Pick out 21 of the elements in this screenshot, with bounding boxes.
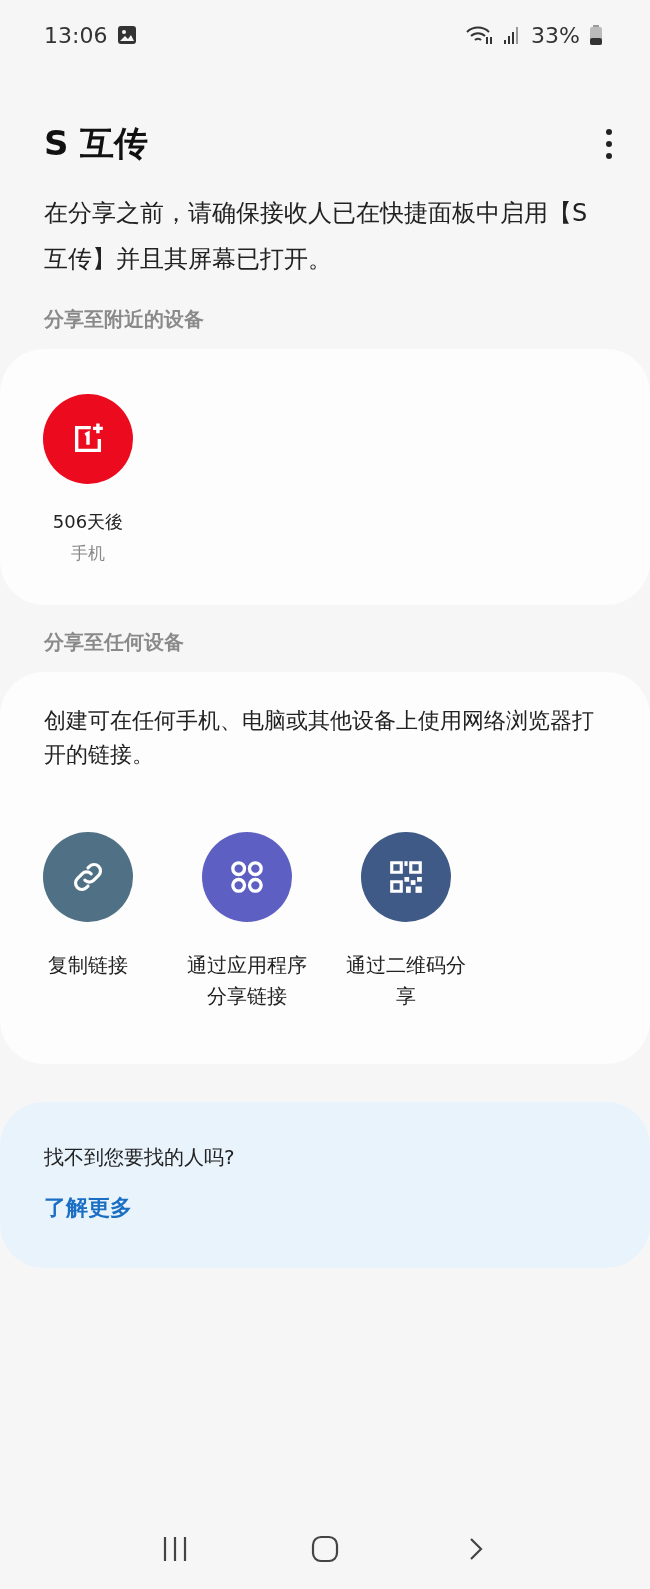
share-description: 创建可在任何手机、电脑或其他设备上使用网络浏览器打开的链接。 [43, 707, 595, 769]
device-name: 506天後 [52, 510, 124, 534]
image-icon [117, 25, 138, 45]
share-action-label: 通过二维码分享 [345, 952, 467, 1010]
wifi-icon [465, 24, 494, 46]
home-icon[interactable] [311, 1535, 339, 1563]
qr-code-icon [387, 858, 425, 896]
battery-icon [590, 25, 602, 45]
status-time: 13:06 [44, 22, 108, 48]
help-question: 找不到您要找的人吗? [43, 1144, 236, 1171]
section-heading: 分享至任何设备 [43, 629, 185, 656]
section-heading: 分享至附近的设备 [43, 306, 205, 333]
page-title: S 互传 [44, 122, 150, 165]
more-options-icon[interactable] [604, 128, 614, 160]
battery-percent: 33% [531, 22, 580, 48]
share-action-label: 复制链接 [48, 952, 128, 979]
device-type: 手机 [71, 542, 105, 565]
share-action-label: 通过应用程序分享链接 [186, 952, 308, 1010]
recent-apps-icon[interactable] [161, 1535, 189, 1563]
learn-more-link[interactable]: 了解更多 [44, 1193, 132, 1223]
intro-text: 在分享之前，请确保接收人已在快捷面板中启用【S互传】并且其屏幕已打开。 [44, 198, 589, 275]
